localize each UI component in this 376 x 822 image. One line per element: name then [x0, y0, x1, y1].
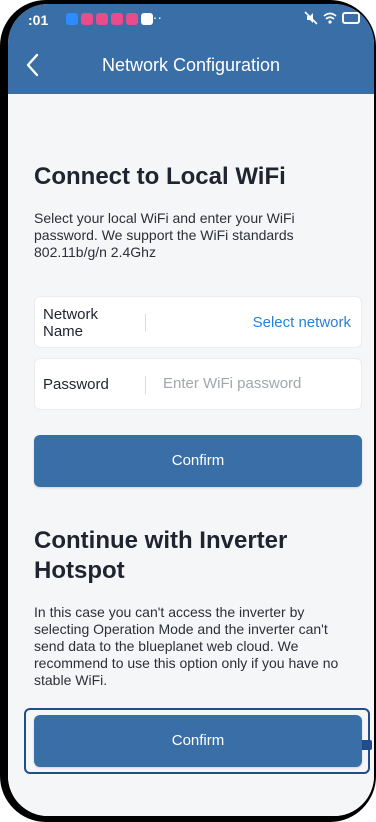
field-divider	[145, 376, 146, 394]
notification-app-icon	[126, 13, 138, 25]
notification-app-icon	[111, 13, 123, 25]
password-field[interactable]: Password	[34, 358, 365, 410]
notification-icons	[66, 13, 153, 25]
network-name-field[interactable]: Network Name Select network	[34, 296, 362, 348]
notification-app-icon	[66, 13, 78, 25]
system-icons	[304, 11, 360, 25]
page-title: Network Configuration	[101, 55, 281, 75]
hotspot-section-title: Continue with Inverter Hotspot	[34, 527, 288, 584]
header-bar: Network Configuration	[8, 38, 374, 94]
status-time: :01	[28, 12, 49, 28]
phone-frame: :01 ··· Network Configuration Connect to…	[0, 0, 376, 822]
wifi-section-title: Connect to Local WiFi	[34, 163, 286, 190]
mute-icon	[304, 11, 318, 25]
notification-app-icon	[81, 13, 93, 25]
wifi-confirm-button[interactable]: Confirm	[34, 435, 362, 487]
password-input[interactable]	[161, 374, 365, 393]
battery-icon	[342, 12, 360, 24]
wifi-icon	[323, 12, 337, 24]
main-content: Connect to Local WiFi Select your local …	[8, 94, 374, 816]
network-name-label: Network Name	[43, 306, 99, 340]
notification-app-icon	[96, 13, 108, 25]
select-network-link[interactable]: Select network	[253, 314, 351, 331]
wifi-section-description: Select your local WiFi and enter your Wi…	[34, 210, 295, 260]
more-notifications-icon: ···	[148, 9, 162, 25]
hotspot-section-description: In this case you can't access the invert…	[34, 604, 339, 688]
hotspot-confirm-button[interactable]: Confirm	[34, 715, 362, 767]
app-screen: :01 ··· Network Configuration Connect to…	[8, 4, 374, 816]
field-divider	[145, 314, 146, 332]
status-bar: :01 ···	[8, 4, 374, 38]
password-label: Password	[43, 376, 109, 393]
